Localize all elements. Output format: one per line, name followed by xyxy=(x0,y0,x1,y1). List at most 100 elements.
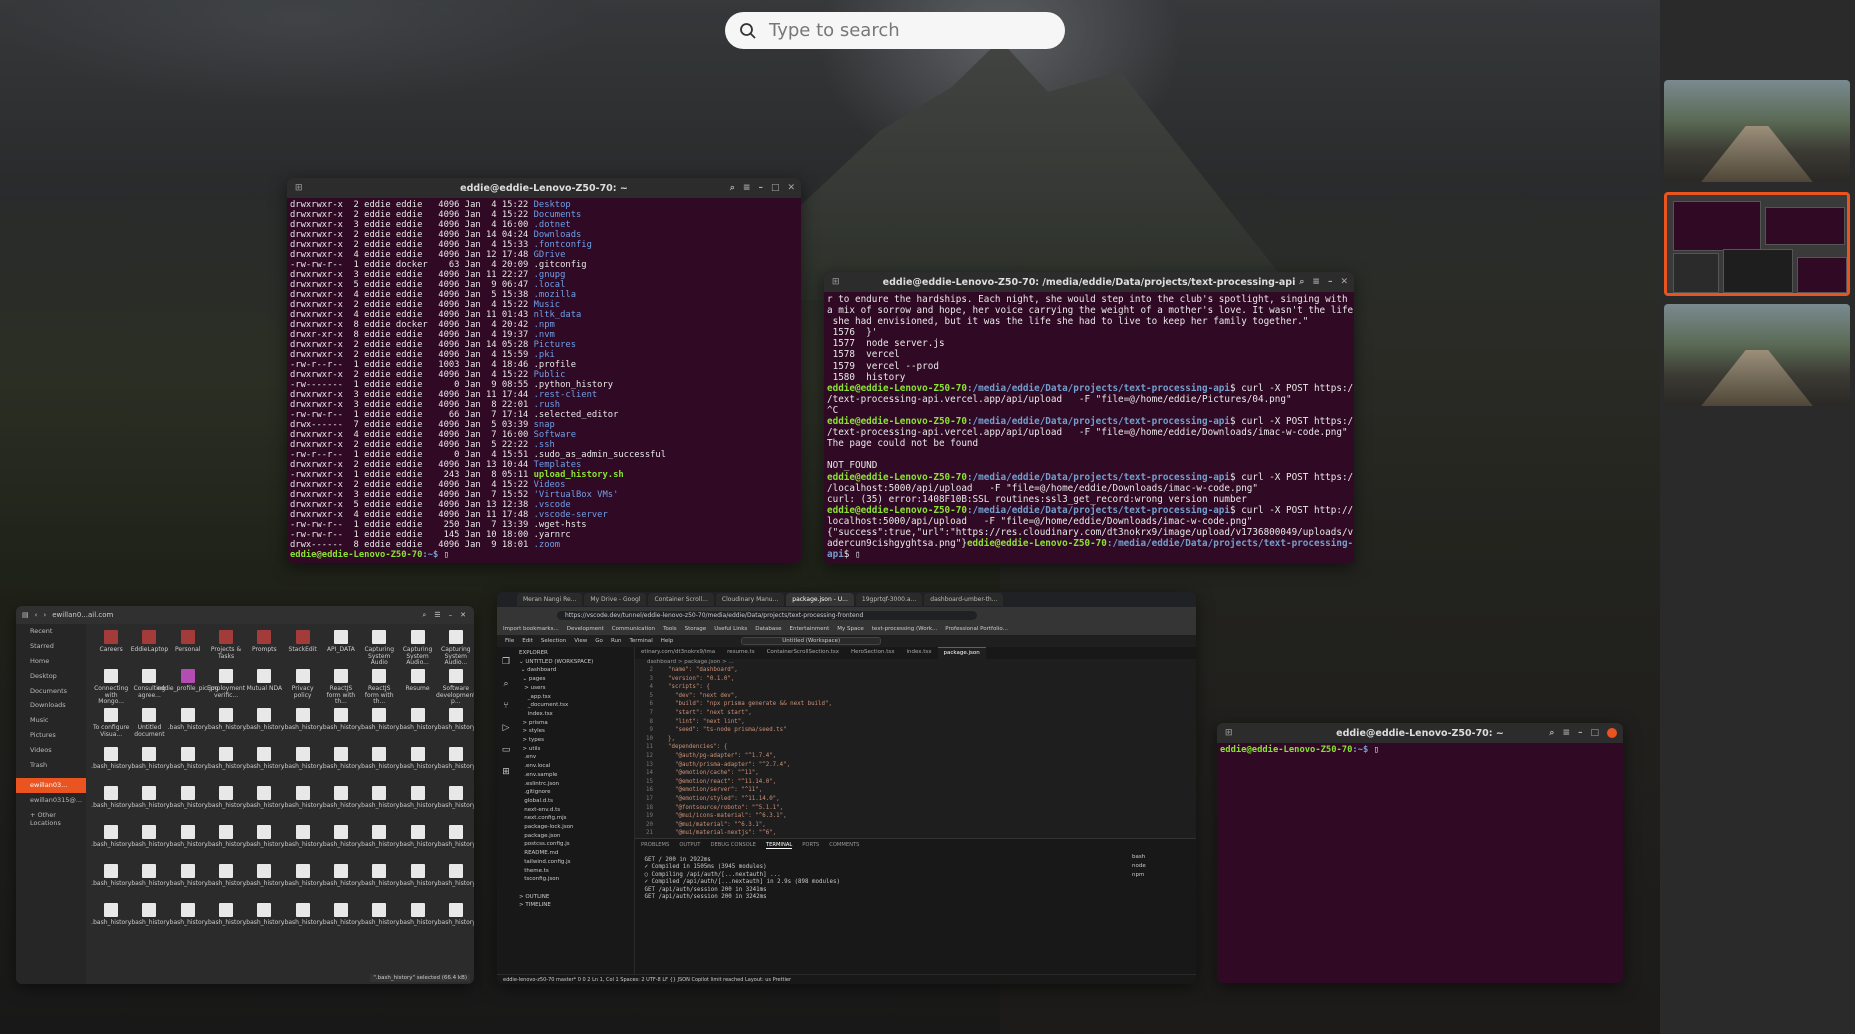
editor-tab[interactable]: index.tsx xyxy=(900,647,937,659)
file-item[interactable]: .bash_history xyxy=(206,747,246,786)
editor-tab[interactable]: resume.ts xyxy=(721,647,760,659)
file-item[interactable]: .bash_history xyxy=(129,903,169,942)
file-item[interactable]: .bash_history xyxy=(398,786,438,825)
terminal-output[interactable]: drwxrwxr-x 2 eddie eddie 4096 Jan 4 15:2… xyxy=(287,198,801,562)
url-text[interactable]: https://vscode.dev/tunnel/eddie-lenovo-z… xyxy=(557,610,977,620)
file-item[interactable]: .bash_history xyxy=(436,903,474,942)
file-item[interactable]: .bash_history xyxy=(359,786,399,825)
file-item[interactable]: .bash_history xyxy=(283,864,323,903)
file-item[interactable]: ReactJS form with th... xyxy=(322,669,360,708)
file-item[interactable]: ReactJS form with th... xyxy=(360,669,398,708)
menu-item[interactable]: Terminal xyxy=(629,638,652,644)
editor-tab[interactable]: package.json xyxy=(937,647,986,659)
menu-icon[interactable]: ≡ xyxy=(1562,728,1570,738)
sidebar-item[interactable]: Starred xyxy=(16,639,86,654)
search-icon[interactable]: ⌕ xyxy=(422,611,426,620)
file-item[interactable]: Personal xyxy=(169,630,207,669)
file-item[interactable]: .bash_history xyxy=(168,708,208,747)
file-item[interactable]: API_DATA xyxy=(322,630,360,669)
sidebar-item[interactable]: Recent xyxy=(16,624,86,639)
source-control-icon[interactable]: ⑂ xyxy=(497,695,515,717)
sidebar-item[interactable]: Desktop xyxy=(16,668,86,683)
terminal-list-item[interactable]: bash xyxy=(1132,853,1192,862)
sidebar-item[interactable]: + Other Locations xyxy=(16,811,86,827)
file-item[interactable]: .bash_history xyxy=(244,903,284,942)
file-item[interactable]: .bash_history xyxy=(321,903,361,942)
terminal-titlebar[interactable]: ⊞ eddie@eddie-Lenovo-Z50-70: /media/eddi… xyxy=(824,272,1354,292)
bookmark-item[interactable]: Import bookmarks... xyxy=(503,626,559,632)
bookmark-item[interactable]: text-processing (Work... xyxy=(872,626,938,632)
sidebar-item[interactable]: Documents xyxy=(16,683,86,698)
terminal-list-item[interactable]: node xyxy=(1132,862,1192,871)
panel-tab[interactable]: OUTPUT xyxy=(679,842,700,848)
explorer-panel[interactable]: EXPLORER ⌄ UNTITLED (WORKSPACE) ⌄ dashbo… xyxy=(515,647,635,974)
search-icon[interactable]: ⌕ xyxy=(730,183,735,193)
file-item[interactable]: Prompts xyxy=(245,630,283,669)
run-debug-icon[interactable]: ▷ xyxy=(497,717,515,739)
panel-tab[interactable]: PROBLEMS xyxy=(641,842,669,848)
file-item[interactable]: .bash_history xyxy=(321,747,361,786)
bookmark-item[interactable]: My Space xyxy=(837,626,864,632)
file-item[interactable]: .bash_history xyxy=(436,747,474,786)
sidebar-item[interactable]: Music xyxy=(16,713,86,728)
file-item[interactable]: Resume xyxy=(398,669,436,708)
workspace-search[interactable]: Untitled (Workspace) xyxy=(741,637,882,645)
menu-item[interactable]: Selection xyxy=(541,638,566,644)
file-item[interactable]: .bash_history xyxy=(436,708,474,747)
terminal-window-home[interactable]: ⊞ eddie@eddie-Lenovo-Z50-70: ~ ⌕ ≡ – □ ✕ drw… xyxy=(287,178,801,563)
editor-tab[interactable]: HeroSection.tsx xyxy=(845,647,900,659)
file-item[interactable]: eddie_profile_pic.jpg xyxy=(157,669,219,708)
sidebar-item[interactable]: Home xyxy=(16,654,86,669)
terminal-titlebar[interactable]: ⊞ eddie@eddie-Lenovo-Z50-70: ~ ⌕ ≡ – □ xyxy=(1217,723,1623,743)
file-item[interactable]: .bash_history xyxy=(283,903,323,942)
file-item[interactable]: .bash_history xyxy=(398,825,438,864)
file-item[interactable]: .bash_history xyxy=(283,825,323,864)
file-item[interactable]: .bash_history xyxy=(436,786,474,825)
file-item[interactable]: .bash_history xyxy=(129,864,169,903)
file-item[interactable]: Privacy policy xyxy=(283,669,321,708)
file-item[interactable]: To configure Visua... xyxy=(92,708,130,747)
file-item[interactable]: .bash_history xyxy=(206,786,246,825)
close-icon[interactable]: ✕ xyxy=(1340,277,1348,287)
new-tab-icon[interactable]: ⊞ xyxy=(832,277,840,287)
file-item[interactable]: .bash_history xyxy=(359,708,399,747)
sidebar-item[interactable]: Videos xyxy=(16,742,86,757)
workspace-thumbnail-1[interactable] xyxy=(1664,80,1850,182)
browser-tab[interactable]: dashboard-umber-th... xyxy=(924,593,1004,606)
bookmark-item[interactable]: Professional Portfolio... xyxy=(945,626,1008,632)
file-item[interactable]: .bash_history xyxy=(91,786,131,825)
file-item[interactable]: .bash_history xyxy=(244,747,284,786)
file-item[interactable]: .bash_history xyxy=(436,864,474,903)
code-editor[interactable]: 2 "name": "dashboard", 3 "version": "0.1.… xyxy=(635,666,1188,838)
search-input[interactable]: Type to search xyxy=(725,12,1065,49)
browser-tab[interactable]: My Drive - Googl xyxy=(584,593,647,606)
view-icon[interactable]: ☰ xyxy=(434,611,440,620)
menu-item[interactable]: File xyxy=(505,638,514,644)
maximize-icon[interactable]: □ xyxy=(1590,728,1599,738)
maximize-icon[interactable]: □ xyxy=(771,183,780,193)
extensions-icon[interactable]: ⊞ xyxy=(497,761,515,783)
remote-icon[interactable]: ▭ xyxy=(497,739,515,761)
file-item[interactable]: StackEdit xyxy=(283,630,321,669)
file-item[interactable]: .bash_history xyxy=(321,708,361,747)
file-item[interactable]: .bash_history xyxy=(359,903,399,942)
sidebar-item[interactable]: ewillan03... xyxy=(16,777,86,793)
sidebar-item[interactable]: Downloads xyxy=(16,698,86,713)
bookmark-item[interactable]: Useful Links xyxy=(714,626,747,632)
terminal-window-text-processing-api[interactable]: ⊞ eddie@eddie-Lenovo-Z50-70: /media/eddi… xyxy=(824,272,1354,564)
file-item[interactable]: Software development p... xyxy=(436,669,474,708)
panel-tab[interactable]: COMMENTS xyxy=(829,842,859,848)
minimize-icon[interactable]: – xyxy=(449,611,453,620)
browser-tab[interactable]: 19gprtqf-3000.a... xyxy=(855,593,923,606)
file-item[interactable]: .bash_history xyxy=(283,786,323,825)
forward-icon[interactable]: › xyxy=(43,611,46,619)
location-path[interactable]: ewillan0...ail.com xyxy=(52,611,113,619)
sidebar-toggle-icon[interactable]: ▤ xyxy=(22,611,29,619)
minimize-icon[interactable]: – xyxy=(1578,728,1583,738)
file-item[interactable]: Capturing System Audio... xyxy=(437,630,474,669)
file-item[interactable]: .bash_history xyxy=(168,864,208,903)
file-item[interactable]: .bash_history xyxy=(283,747,323,786)
workspace-thumbnail-2-active[interactable] xyxy=(1664,192,1850,296)
files-icon[interactable]: ❐ xyxy=(497,651,515,673)
file-item[interactable]: Untitled document xyxy=(130,708,168,747)
